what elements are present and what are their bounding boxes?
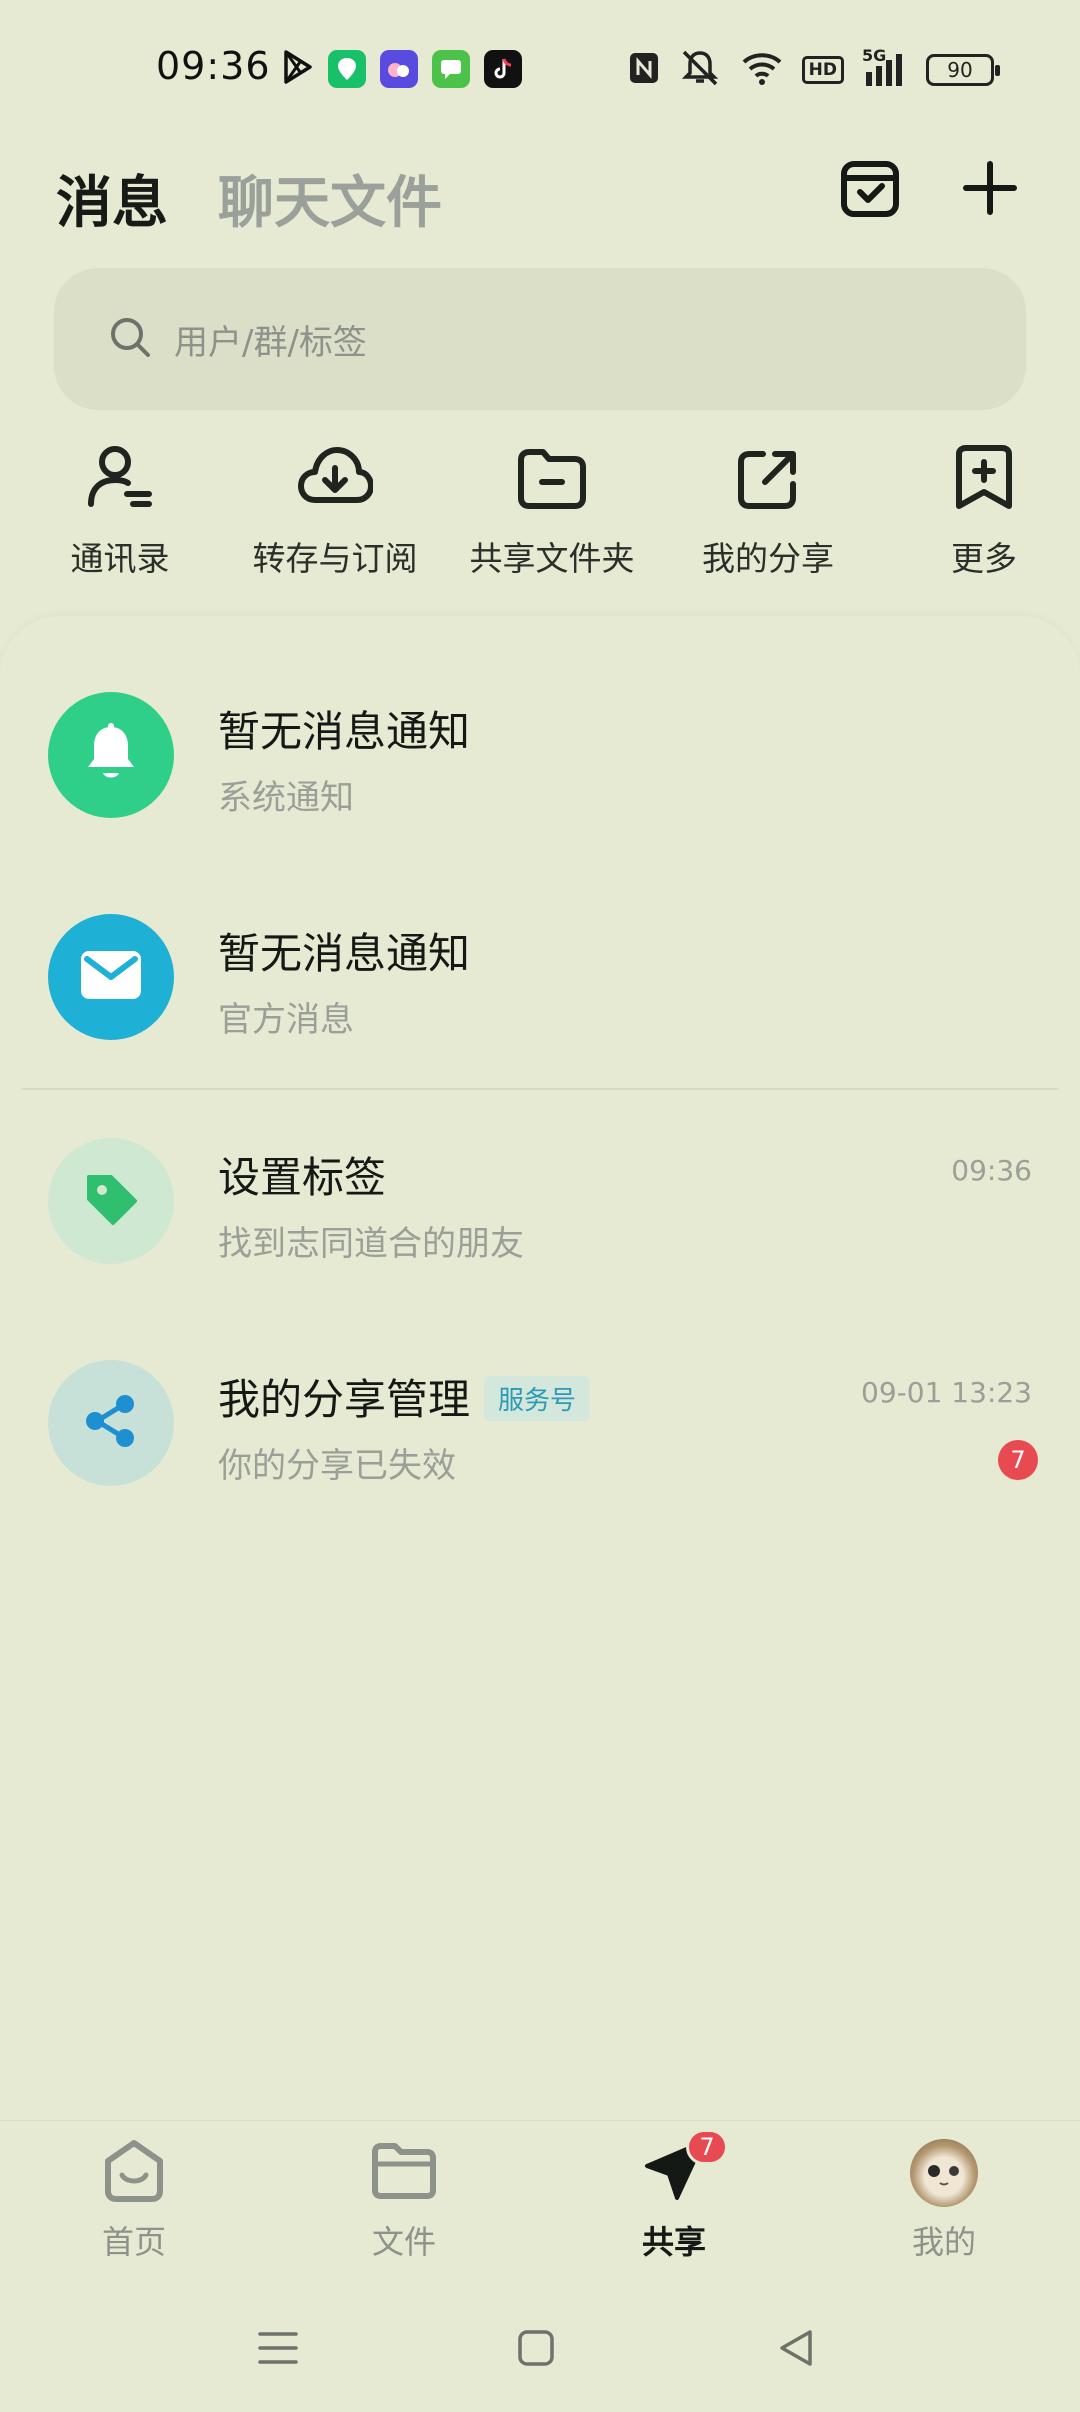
nav-home[interactable]: 首页 [54, 2135, 214, 2263]
mail-icon [79, 949, 143, 1005]
menu-button[interactable] [248, 2320, 308, 2380]
quick-action-label: 转存与订阅 [252, 539, 418, 578]
quick-action-label: 更多 [951, 539, 1017, 578]
message-avatar [48, 692, 174, 818]
nav-badge: 7 [686, 2129, 728, 2165]
search-placeholder: 用户/群/标签 [174, 322, 367, 363]
notification-icons [280, 48, 522, 90]
weather-app-icon [380, 50, 418, 88]
message-set-tags[interactable]: 设置标签 找到志同道合的朋友 09:36 [0, 1138, 1080, 1338]
message-share-management[interactable]: 我的分享管理 服务号 你的分享已失效 09-01 13:23 7 [0, 1360, 1080, 1560]
quick-action-label: 我的分享 [702, 539, 834, 578]
quick-actions: 通讯录 转存与订阅 共享文件夹 我的分享 更多 [0, 440, 1080, 580]
quick-action-label: 通讯录 [70, 539, 170, 578]
nav-label: 首页 [101, 2223, 166, 2261]
nav-label: 共享 [641, 2223, 706, 2261]
message-time: 09-01 13:23 [861, 1376, 1032, 1409]
message-subtitle: 系统通知 [218, 778, 354, 818]
add-button[interactable] [954, 154, 1026, 226]
message-title: 我的分享管理 服务号 [218, 1366, 591, 1427]
share-nodes-icon [81, 1391, 141, 1455]
nav-me[interactable]: 我的 [864, 2135, 1024, 2263]
tab-chat-files[interactable]: 聊天文件 [218, 158, 442, 239]
quick-action-save-subscribe[interactable]: 转存与订阅 [235, 440, 435, 580]
quick-action-shared-folder[interactable]: 共享文件夹 [452, 440, 652, 580]
search-icon [108, 315, 152, 363]
wifi-icon [740, 50, 784, 90]
message-avatar [48, 1360, 174, 1486]
message-subtitle: 官方消息 [218, 1000, 354, 1040]
bottom-nav: 首页 文件 7 共享 我的 [0, 2120, 1080, 2270]
home-icon [100, 2137, 168, 2209]
system-icons: HD 5G 90 [628, 46, 1000, 92]
plus-icon [960, 158, 1020, 222]
message-subtitle: 你的分享已失效 [218, 1446, 456, 1486]
status-bar: 09:36 HD 5G 90 [0, 0, 1080, 130]
message-time: 09:36 [951, 1154, 1032, 1187]
maps-app-icon [328, 50, 366, 88]
message-title: 暂无消息通知 [218, 929, 471, 978]
divider [22, 1088, 1058, 1090]
tab-messages[interactable]: 消息 [56, 158, 168, 239]
nav-share[interactable]: 7 共享 [594, 2129, 754, 2263]
quick-action-contacts[interactable]: 通讯录 [20, 440, 220, 580]
signal-icon: 5G [862, 46, 908, 90]
battery-level: 90 [947, 58, 973, 82]
message-official[interactable]: 暂无消息通知 官方消息 [0, 914, 1080, 1114]
quick-action-more[interactable]: 更多 [884, 440, 1080, 580]
search-input[interactable]: 用户/群/标签 [54, 268, 1026, 410]
tag-icon [81, 1169, 141, 1233]
nav-label: 我的 [911, 2223, 976, 2261]
play-store-icon [280, 48, 314, 90]
menu-icon [256, 2328, 300, 2372]
shared-folder-icon [515, 446, 589, 516]
calendar-check-icon [838, 156, 902, 224]
nav-label: 文件 [371, 2223, 436, 2261]
service-account-badge: 服务号 [484, 1376, 591, 1421]
back-icon [776, 2328, 816, 2372]
quick-action-label: 共享文件夹 [469, 539, 635, 578]
battery-icon: 90 [926, 54, 1000, 86]
avatar [910, 2139, 978, 2207]
tiktok-icon [484, 50, 522, 88]
message-system-notice[interactable]: 暂无消息通知 系统通知 [0, 692, 1080, 892]
home-button[interactable] [506, 2320, 566, 2380]
cloud-download-icon [297, 442, 374, 516]
unread-badge: 7 [998, 1440, 1038, 1480]
message-title: 设置标签 [218, 1153, 387, 1202]
mute-icon [678, 48, 722, 92]
bell-icon [79, 721, 143, 789]
system-navigation [0, 2290, 1080, 2400]
status-time: 09:36 [156, 44, 271, 88]
contacts-icon [85, 442, 155, 516]
hd-icon: HD [801, 56, 844, 84]
message-avatar [48, 1138, 174, 1264]
message-title-text: 我的分享管理 [218, 1375, 471, 1424]
header: 消息 聊天文件 [0, 140, 1080, 240]
nfc-icon [628, 51, 660, 89]
message-avatar [48, 914, 174, 1040]
message-title: 暂无消息通知 [218, 707, 471, 756]
back-button[interactable] [766, 2320, 826, 2380]
messages-app-icon [432, 50, 470, 88]
screen: 09:36 HD 5G 90 消息 聊天文件 用户/群/标签 通讯录 转存与订阅… [0, 0, 1080, 2412]
share-out-icon [735, 446, 801, 516]
message-subtitle: 找到志同道合的朋友 [218, 1224, 524, 1264]
calendar-check-button[interactable] [834, 154, 906, 226]
folder-icon [369, 2140, 439, 2206]
quick-action-my-shares[interactable]: 我的分享 [668, 440, 868, 580]
nav-files[interactable]: 文件 [324, 2135, 484, 2263]
home-square-icon [516, 2328, 556, 2372]
bookmark-plus-icon [953, 444, 1015, 516]
